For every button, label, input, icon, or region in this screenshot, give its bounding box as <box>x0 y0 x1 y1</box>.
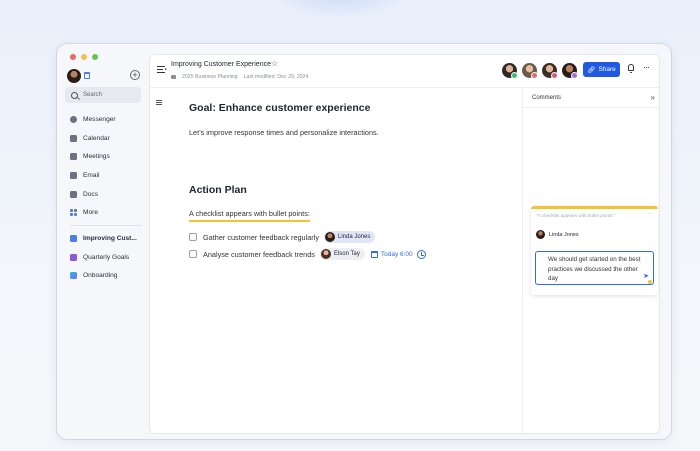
sidebar-item-label: Email <box>83 171 100 179</box>
assignee-chip[interactable]: Linda Jones <box>324 231 376 243</box>
assignee-name: Linda Jones <box>338 234 371 240</box>
close-window-button[interactable] <box>70 54 76 60</box>
task-text: Gather customer feedback regularly <box>203 232 319 242</box>
comment-input-text: We should get started on the best practi… <box>548 256 641 282</box>
assignee-avatar <box>325 232 335 242</box>
add-icon[interactable]: + <box>130 70 140 80</box>
goal-text: Let’s improve response times and persona… <box>189 128 379 137</box>
sidebar-item-meetings[interactable]: Meetings <box>66 147 144 166</box>
link-icon: 🔗︎ <box>587 66 596 74</box>
minimize-window-button[interactable] <box>81 54 87 60</box>
sidebar-divider <box>70 225 142 227</box>
assignee-chip[interactable]: Elson Tay <box>319 248 365 260</box>
collaborator-avatar[interactable] <box>542 63 558 79</box>
checklist-item: Gather customer feedback regularly Linda… <box>189 231 376 243</box>
alarm-icon[interactable] <box>416 249 426 259</box>
sidebar-item-label: Onboarding <box>83 272 118 280</box>
task-checkbox[interactable] <box>189 233 197 241</box>
sidebar-item-label: Quarterly Goals <box>83 253 130 261</box>
outline-icon[interactable] <box>156 100 162 105</box>
grid-icon <box>70 209 77 217</box>
document-panel: Improving Customer Experience ☆ 2025 Bus… <box>149 54 660 434</box>
search-input[interactable]: Search <box>65 87 141 103</box>
collaborator-avatar[interactable] <box>502 63 518 79</box>
sidebar-top: + <box>67 68 141 84</box>
document-body: Goal: Enhance customer experience Let’s … <box>150 88 522 433</box>
share-label: Share <box>598 66 616 73</box>
chat-icon <box>70 115 77 123</box>
sidebar-doc-improving-customer[interactable]: Improving Cust... <box>66 229 144 248</box>
checklist-item: Analyse customer feedback trends Elson T… <box>189 248 426 260</box>
sidebar-item-label: Calendar <box>83 134 110 142</box>
sidebar-doc-onboarding[interactable]: Onboarding <box>66 267 144 286</box>
sidebar-item-label: Docs <box>83 190 99 198</box>
sidebar: + Search Messenger Calendar Meetings Ema… <box>57 44 149 439</box>
goal-heading: Goal: Enhance customer experience <box>189 102 371 114</box>
highlighted-text[interactable]: A checklist appears with bullet points: <box>189 209 310 222</box>
author-name: Linda Jones <box>549 231 579 238</box>
sidebar-item-label: Messenger <box>83 115 116 123</box>
document-header: Improving Customer Experience ☆ 2025 Bus… <box>150 55 659 88</box>
toggle-sidebar-icon[interactable] <box>157 66 167 73</box>
calendar-icon <box>370 250 378 258</box>
background-glow <box>270 0 410 20</box>
comment-input[interactable]: We should get started on the best practi… <box>535 251 654 285</box>
quoted-text: "A checklist appears with bullet points:… <box>536 213 616 218</box>
share-button[interactable]: 🔗︎ Share <box>583 62 620 77</box>
doc-icon <box>70 272 77 280</box>
search-icon <box>71 91 78 99</box>
app-window: + Search Messenger Calendar Meetings Ema… <box>57 44 671 439</box>
search-placeholder: Search <box>83 92 103 98</box>
document-meta: 2025 Business Planning Last modified: De… <box>171 74 308 80</box>
task-text: Analyse customer feedback trends <box>203 249 315 259</box>
doc-icon <box>70 234 77 242</box>
due-date: Today 6:00 <box>380 250 413 258</box>
window-controls <box>70 54 98 60</box>
comment-card[interactable]: "A checklist appears with bullet points:… <box>531 206 658 295</box>
docs-icon <box>70 190 77 198</box>
sidebar-item-messenger[interactable]: Messenger <box>66 110 144 129</box>
more-options-icon[interactable]: ··· <box>643 62 650 72</box>
more-options-icon[interactable]: ··· <box>647 211 653 217</box>
sidebar-doc-quarterly-goals[interactable]: Quarterly Goals <box>66 248 144 267</box>
last-modified: Last modified: Dec 29, 2024 <box>243 74 309 80</box>
maximize-window-button[interactable] <box>92 54 98 60</box>
folder-name[interactable]: 2025 Business Planning <box>182 74 238 80</box>
bell-icon[interactable] <box>628 64 634 73</box>
collaborator-avatars <box>502 63 578 79</box>
folder-icon <box>171 75 176 79</box>
sidebar-item-calendar[interactable]: Calendar <box>66 129 144 148</box>
sidebar-item-label: Meetings <box>83 153 110 161</box>
due-date-chip[interactable]: Today 6:00 <box>370 250 413 258</box>
assignee-avatar <box>320 249 331 259</box>
star-icon[interactable]: ☆ <box>271 59 278 68</box>
comments-title: Comments <box>532 95 562 101</box>
sidebar-item-label: More <box>83 209 99 217</box>
collaborator-cursor-icon <box>648 280 652 284</box>
document-title: Improving Customer Experience <box>171 61 271 68</box>
task-checkbox[interactable] <box>189 250 197 258</box>
sidebar-item-email[interactable]: Email <box>66 166 144 185</box>
mail-icon <box>70 171 77 179</box>
comments-panel: Comments » "A checklist appears with bul… <box>522 88 659 433</box>
calendar-icon[interactable] <box>84 72 90 79</box>
sidebar-item-docs[interactable]: Docs <box>66 185 144 204</box>
sidebar-item-label: Improving Cust... <box>83 234 137 242</box>
comment-author: Linda Jones <box>536 230 579 239</box>
video-icon <box>70 153 77 161</box>
user-avatar[interactable] <box>67 69 81 83</box>
action-plan-heading: Action Plan <box>189 184 247 196</box>
calendar-icon <box>70 134 77 142</box>
collaborator-avatar[interactable] <box>522 63 538 79</box>
collapse-panel-icon[interactable]: » <box>651 93 655 102</box>
author-avatar <box>536 230 545 239</box>
collaborator-avatar[interactable] <box>562 63 578 79</box>
doc-icon <box>70 253 77 261</box>
sidebar-item-more[interactable]: More <box>66 203 144 222</box>
comments-header: Comments » <box>523 88 659 108</box>
sidebar-nav: Messenger Calendar Meetings Email Docs M… <box>66 110 144 285</box>
assignee-name: Elson Tay <box>333 251 360 257</box>
